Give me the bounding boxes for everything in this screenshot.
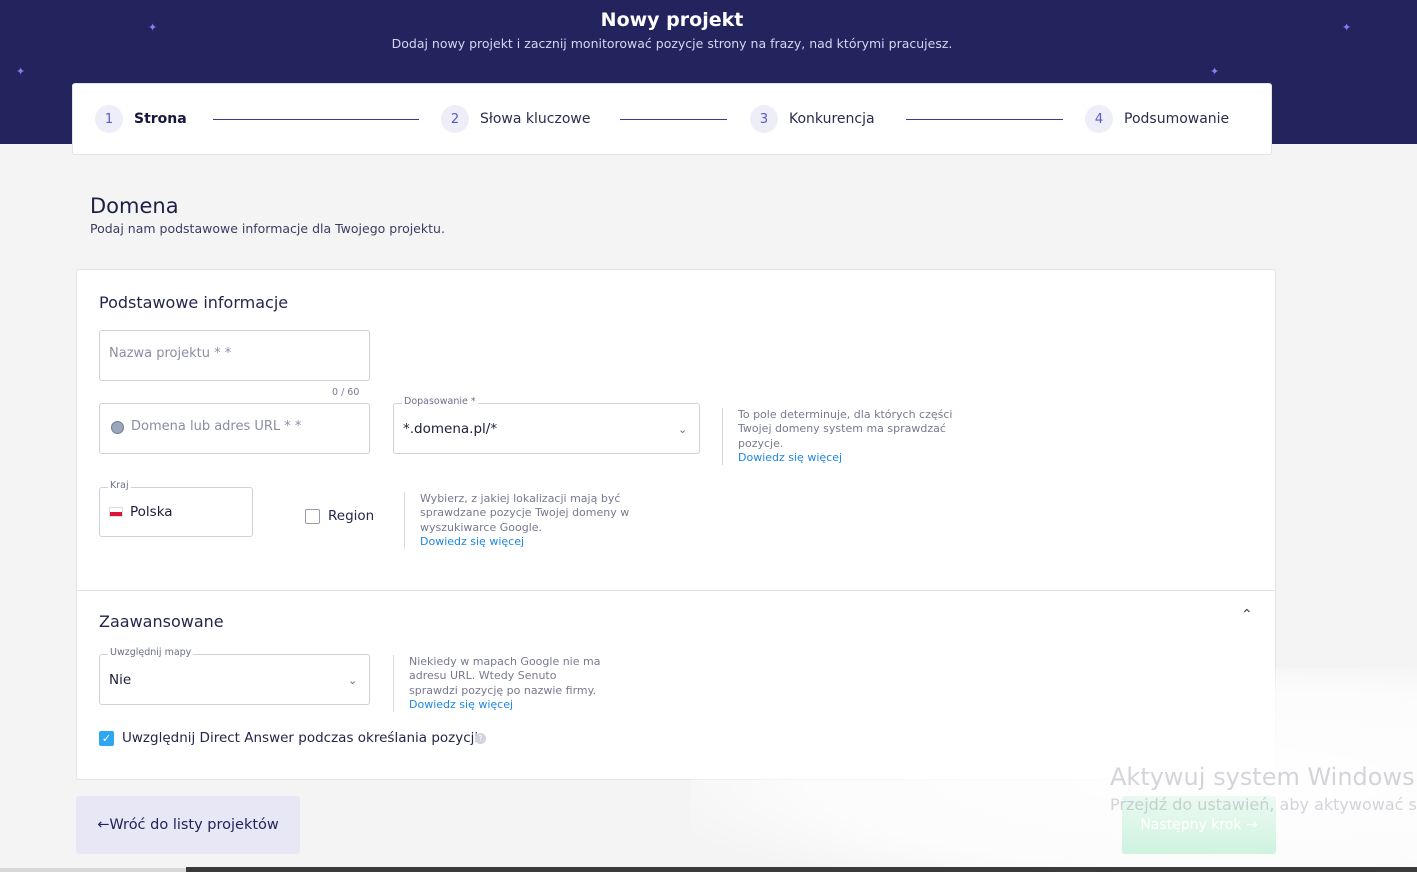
taskbar-edge — [186, 867, 1417, 872]
chevron-up-icon[interactable]: ⌃ — [1241, 607, 1253, 623]
section-subtitle: Podaj nam podstawowe informacje dla Twoj… — [90, 221, 445, 236]
project-name-counter: 0 / 60 — [332, 387, 360, 398]
next-button-label: Następny krok — [1140, 817, 1242, 833]
step-connector — [620, 119, 727, 120]
domain-input[interactable]: Domena lub adres URL * * — [99, 403, 370, 454]
page-subtitle: Dodaj nowy projekt i zacznij monitorować… — [391, 36, 953, 51]
step-label: Strona — [134, 111, 187, 127]
step-label: Słowa kluczowe — [480, 111, 591, 127]
back-button-label: Wróć do listy projektów — [109, 817, 279, 833]
step-label: Podsumowanie — [1124, 111, 1230, 127]
step-podsumowanie[interactable]: 4 Podsumowanie — [1085, 105, 1229, 133]
page-title: Nowy projekt — [600, 9, 744, 31]
direct-answer-checkbox[interactable]: ✓ — [99, 731, 114, 746]
step-number: 1 — [95, 105, 123, 133]
chevron-down-icon: ⌄ — [678, 423, 688, 436]
maps-label: Uwzględnij mapy — [108, 647, 194, 658]
section-title: Domena — [90, 194, 179, 218]
maps-learn-more-link[interactable]: Dowiedz się więcej — [409, 698, 603, 712]
globe-icon — [111, 421, 124, 434]
back-to-projects-button[interactable]: ←Wróć do listy projektów — [76, 796, 300, 854]
step-number: 4 — [1085, 105, 1113, 133]
match-hint-text: To pole determinuje, dla których części … — [738, 408, 953, 450]
sparkle-icon: ✦ — [16, 65, 26, 78]
sparkle-icon: ✦ — [1210, 65, 1220, 78]
country-select[interactable]: Kraj Polska — [99, 480, 253, 537]
match-learn-more-link[interactable]: Dowiedz się więcej — [738, 451, 962, 465]
step-connector — [213, 119, 419, 120]
arrow-left-icon: ← — [97, 817, 110, 833]
project-name-input[interactable]: Nazwa projektu * * — [99, 330, 370, 381]
taskbar-edge — [0, 868, 186, 872]
step-slowa-kluczowe[interactable]: 2 Słowa kluczowe — [441, 105, 590, 133]
country-value: Polska — [130, 504, 173, 520]
location-hint: Wybierz, z jakiej lokalizacji mają być s… — [404, 492, 648, 550]
maps-hint-text: Niekiedy w mapach Google nie ma adresu U… — [409, 655, 601, 697]
advanced-title: Zaawansowane — [99, 612, 224, 631]
section-divider — [77, 590, 1275, 591]
project-name-placeholder: Nazwa projektu * * — [109, 346, 232, 361]
project-form-card: Podstawowe informacje Nazwa projektu * *… — [76, 269, 1276, 780]
stepper: 1 Strona 2 Słowa kluczowe 3 Konkurencja … — [72, 83, 1272, 155]
match-value: *.domena.pl/* — [403, 421, 498, 437]
step-number: 3 — [750, 105, 778, 133]
step-konkurencja[interactable]: 3 Konkurencja — [750, 105, 875, 133]
region-checkbox[interactable] — [305, 509, 320, 524]
maps-select[interactable]: Uwzględnij mapy Nie ⌄ — [99, 647, 370, 705]
basic-info-title: Podstawowe informacje — [99, 293, 289, 312]
step-number: 2 — [441, 105, 469, 133]
poland-flag-icon — [109, 507, 123, 517]
match-select[interactable]: Dopasowanie * *.domena.pl/* ⌄ — [393, 396, 700, 454]
step-connector — [906, 119, 1063, 120]
step-label: Konkurencja — [789, 111, 875, 127]
chevron-down-icon: ⌄ — [348, 674, 358, 687]
region-label: Region — [328, 508, 375, 524]
help-icon[interactable]: ? — [475, 733, 486, 744]
location-hint-text: Wybierz, z jakiej lokalizacji mają być s… — [420, 492, 630, 534]
maps-value: Nie — [109, 672, 132, 688]
match-hint: To pole determinuje, dla których części … — [722, 408, 962, 466]
direct-answer-label: Uwzględnij Direct Answer podczas określa… — [122, 730, 479, 746]
next-step-button[interactable]: Następny krok → — [1122, 796, 1276, 854]
step-strona[interactable]: 1 Strona — [95, 105, 187, 133]
maps-hint: Niekiedy w mapach Google nie ma adresu U… — [393, 655, 603, 713]
arrow-right-icon: → — [1245, 817, 1258, 833]
domain-placeholder: Domena lub adres URL * * — [131, 419, 302, 434]
location-learn-more-link[interactable]: Dowiedz się więcej — [420, 535, 648, 549]
match-label: Dopasowanie * — [402, 396, 478, 407]
country-label: Kraj — [108, 480, 131, 491]
